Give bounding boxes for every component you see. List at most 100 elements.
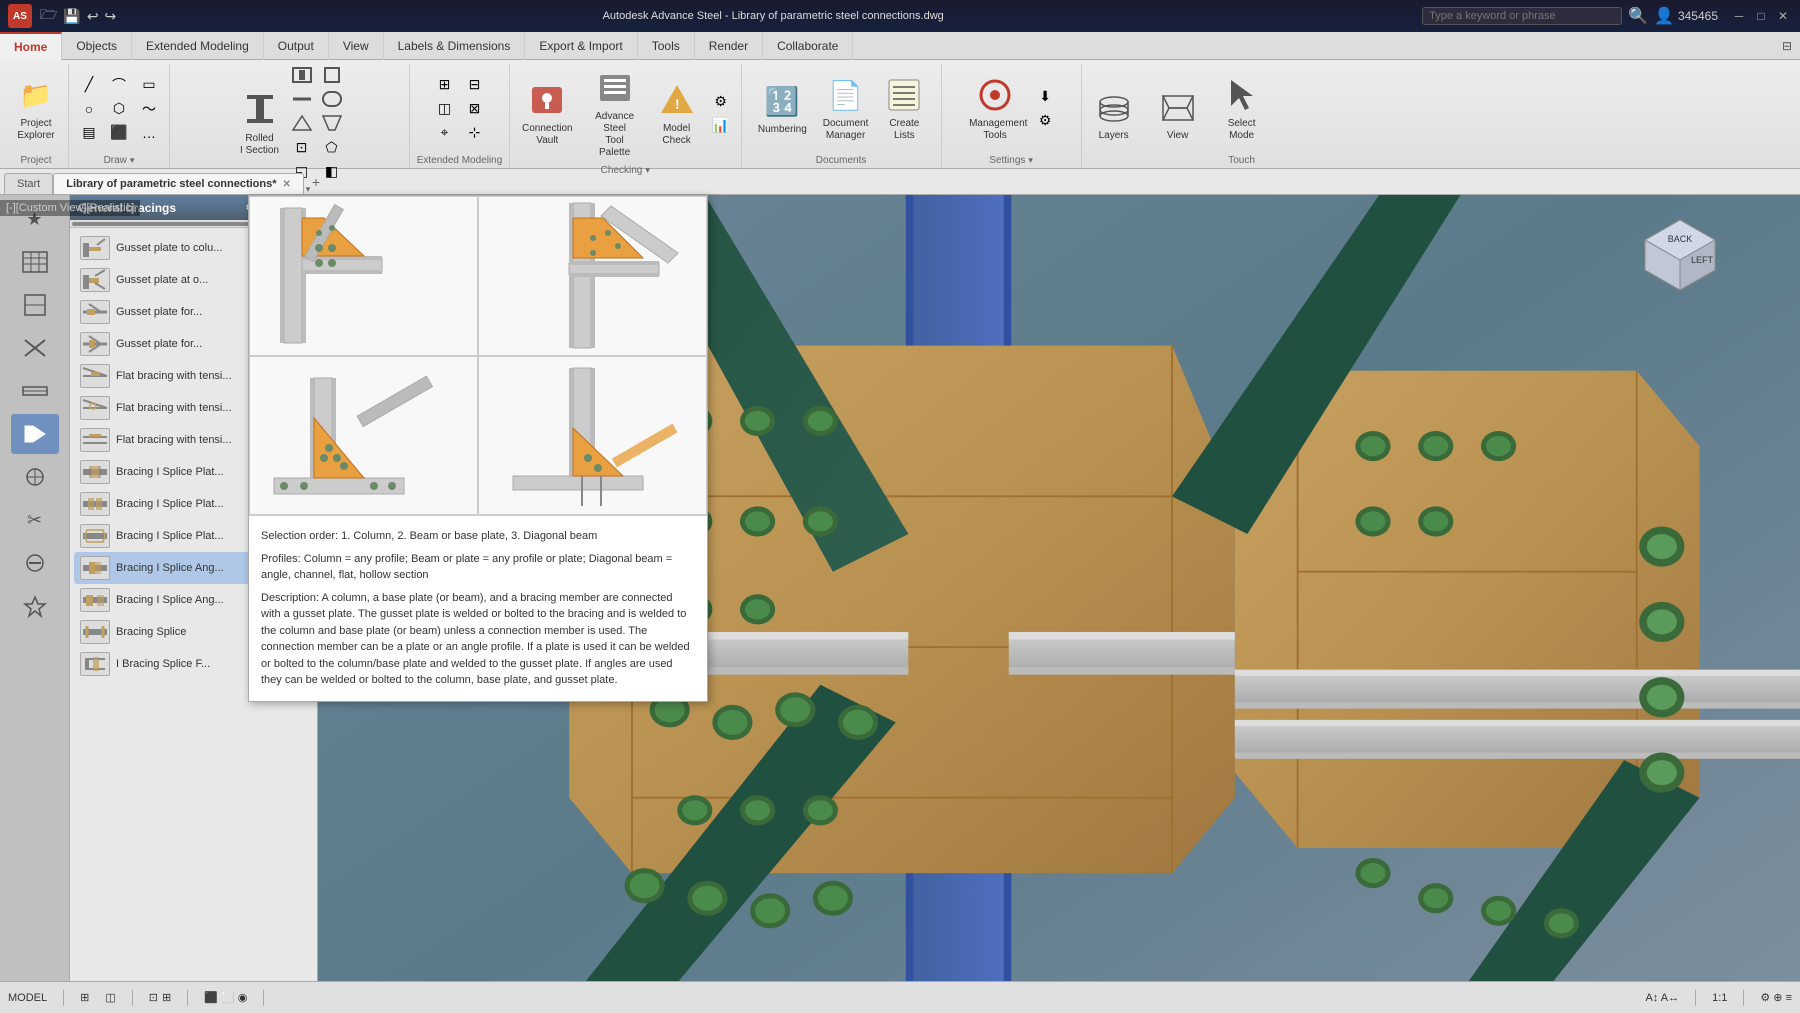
status-view-options[interactable]: ⊡⊞ <box>149 991 171 1004</box>
section-btn-1[interactable] <box>288 64 316 86</box>
numbering-button[interactable]: 🔢 Numbering <box>752 77 813 140</box>
group-label-select-mode: Touch <box>1228 153 1255 168</box>
draw-region-btn[interactable]: ⬛ <box>105 122 133 144</box>
section-btn-6[interactable] <box>318 112 346 134</box>
tool-palette-button[interactable]: Advance SteelTool Palette <box>583 64 647 163</box>
draw-line-btn[interactable]: ╱ <box>75 74 103 96</box>
left-tool-grid[interactable] <box>11 242 59 282</box>
ribbon-group-checking: ConnectionVault Advance SteelTool Palett… <box>510 64 742 168</box>
close-button[interactable]: ✕ <box>1774 7 1792 25</box>
tab-export[interactable]: Export & Import <box>525 32 637 60</box>
settings-opt-2[interactable]: ⚙ <box>1031 110 1059 132</box>
item-icon-gp-for-1 <box>80 300 110 324</box>
left-tool-horiz[interactable] <box>11 371 59 411</box>
draw-hatch-btn[interactable]: ▤ <box>75 122 103 144</box>
preview-cell-bl <box>249 356 478 516</box>
ext-btn-5[interactable]: ⌖ <box>431 122 459 144</box>
rolled-i-section-button[interactable]: RolledI Section <box>234 86 286 161</box>
status-annotation[interactable]: A↕ A↔ <box>1645 992 1679 1004</box>
section-btn-7[interactable]: ⊡ <box>288 136 316 158</box>
layers-button[interactable]: Layers <box>1088 83 1140 146</box>
ribbon-tabs: Home Objects Extended Modeling Output Vi… <box>0 32 1800 60</box>
left-tool-diagonal[interactable] <box>11 328 59 368</box>
svg-text:BACK: BACK <box>1668 234 1693 244</box>
project-explorer-button[interactable]: 📁 ProjectExplorer <box>10 71 62 146</box>
section-btn-4[interactable] <box>318 88 346 110</box>
tab-view[interactable]: View <box>329 32 384 60</box>
draw-poly-btn[interactable]: ⬡ <box>105 98 133 120</box>
ext-btn-1[interactable]: ⊞ <box>431 74 459 96</box>
document-manager-button[interactable]: 📄 DocumentManager <box>817 71 875 146</box>
group-label-checking: Checking ▾ <box>601 163 650 178</box>
status-scale: 1:1 <box>1712 992 1727 1004</box>
management-tools-button[interactable]: ManagementTools <box>963 71 1027 146</box>
item-label: Bracing I Splice Plat... <box>116 466 224 478</box>
left-tool-minus[interactable] <box>11 543 59 583</box>
draw-more-btn[interactable]: … <box>135 122 163 144</box>
select-mode-button[interactable]: SelectMode <box>1216 71 1268 146</box>
section-btn-2[interactable] <box>318 64 346 86</box>
left-tool-special[interactable] <box>11 586 59 626</box>
tab-objects[interactable]: Objects <box>62 32 132 60</box>
left-tool-frame[interactable] <box>11 285 59 325</box>
item-icon-fb-3 <box>80 428 110 452</box>
section-btn-8[interactable]: ⬠ <box>318 136 346 158</box>
ribbon-group-draw: ╱ ⌒ ▭ ○ ⬡ 〜 ▤ ⬛ … Draw ▾ <box>69 64 170 168</box>
item-label: I Bracing Splice F... <box>116 658 210 670</box>
tab-tools[interactable]: Tools <box>638 32 695 60</box>
left-tool-cut[interactable]: ✂ <box>11 500 59 540</box>
item-label: Bracing I Splice Ang... <box>116 594 224 606</box>
connection-vault-button[interactable]: ConnectionVault <box>516 76 579 151</box>
ribbon: Home Objects Extended Modeling Output Vi… <box>0 32 1800 169</box>
draw-circle-btn[interactable]: ○ <box>75 98 103 120</box>
tab-output[interactable]: Output <box>264 32 329 60</box>
left-tool-edit[interactable] <box>11 414 59 454</box>
window-controls[interactable]: ─ □ ✕ <box>1730 7 1792 25</box>
doc-tab-start[interactable]: Start <box>4 173 53 194</box>
settings-opt-1[interactable]: ⬇ <box>1031 86 1059 108</box>
item-label: Gusset plate to colu... <box>116 242 222 254</box>
ext-btn-3[interactable]: ◫ <box>431 98 459 120</box>
section-btn-5[interactable] <box>288 112 316 134</box>
tab-collaborate[interactable]: Collaborate <box>763 32 853 60</box>
ext-btn-4[interactable]: ⊠ <box>461 98 489 120</box>
status-snap[interactable]: ◫ <box>105 991 115 1004</box>
group-label-documents: Documents <box>816 153 867 168</box>
left-tool-connections[interactable] <box>11 457 59 497</box>
tab-extended-modeling[interactable]: Extended Modeling <box>132 32 264 60</box>
tab-labels[interactable]: Labels & Dimensions <box>384 32 526 60</box>
draw-spline-btn[interactable]: 〜 <box>135 98 163 120</box>
doc-tab-library[interactable]: Library of parametric steel connections*… <box>53 173 304 194</box>
new-tab-button[interactable]: + <box>304 170 328 194</box>
item-label: Bracing I Splice Plat... <box>116 530 224 542</box>
title-search-input[interactable] <box>1422 7 1622 25</box>
item-icon-gp-at <box>80 268 110 292</box>
minimize-button[interactable]: ─ <box>1730 7 1748 25</box>
status-display[interactable]: ⬛ ⬜ ◉ <box>204 991 247 1004</box>
ext-btn-6[interactable]: ⊹ <box>461 122 489 144</box>
view-button[interactable]: View <box>1152 83 1204 146</box>
create-lists-button[interactable]: CreateLists <box>878 71 930 146</box>
preview-cell-tl <box>249 196 478 356</box>
model-check-button[interactable]: ! ModelCheck <box>651 76 703 151</box>
item-icon-gp-for-2 <box>80 332 110 356</box>
main-area: ★ ✂ General bracings ⚙ <box>0 195 1800 981</box>
section-btn-3[interactable] <box>288 88 316 110</box>
draw-arc-btn[interactable]: ⌒ <box>105 74 133 96</box>
status-grid-options[interactable]: ⊞ <box>80 991 89 1004</box>
ext-btn-2[interactable]: ⊟ <box>461 74 489 96</box>
check-opt-2[interactable]: 📊 <box>707 115 735 137</box>
maximize-button[interactable]: □ <box>1752 7 1770 25</box>
ribbon-group-settings: ManagementTools ⬇ ⚙ Settings ▾ <box>942 64 1082 168</box>
item-label: Gusset plate for... <box>116 306 202 318</box>
title-bar: AS 🗁 💾 ↩ ↪ Autodesk Advance Steel - Libr… <box>0 0 1800 32</box>
doc-tab-close-button[interactable]: ✕ <box>283 179 291 190</box>
status-gears[interactable]: ⚙ ⊕ ≡ <box>1760 991 1792 1004</box>
tab-render[interactable]: Render <box>695 32 763 60</box>
check-opt-1[interactable]: ⚙ <box>707 91 735 113</box>
status-model[interactable]: MODEL <box>8 992 47 1004</box>
draw-rect-btn[interactable]: ▭ <box>135 74 163 96</box>
item-label: Gusset plate at o... <box>116 274 208 286</box>
status-sep-2 <box>132 990 133 1006</box>
tab-home[interactable]: Home <box>0 32 62 60</box>
